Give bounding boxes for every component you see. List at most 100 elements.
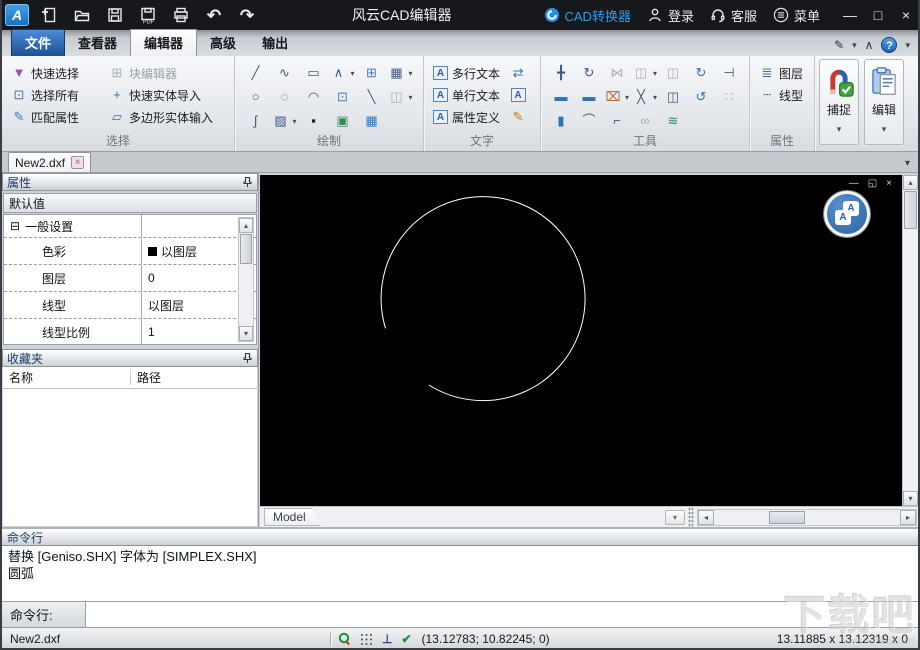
customize-toolbar-icon[interactable]: ✎	[834, 38, 844, 52]
refresh-block-icon[interactable]: ↺	[690, 89, 712, 105]
polygon-entity-input-button[interactable]: ▱ 多边形实体输入	[106, 106, 230, 128]
edit-button[interactable]: 编辑 ▾	[864, 59, 904, 145]
mtext-button[interactable]: A 多行文本	[430, 62, 503, 84]
snap-button[interactable]: 捕捉 ▾	[819, 59, 859, 145]
boundary-icon[interactable]: ▦ ▾	[386, 65, 416, 81]
circle-icon[interactable]: ○	[245, 89, 267, 105]
scrollbar-thumb[interactable]	[240, 234, 252, 264]
menu-button[interactable]: 菜单	[773, 6, 820, 25]
layer-merge-icon[interactable]: ≋	[662, 113, 684, 129]
scroll-left-icon[interactable]: ◂	[698, 509, 714, 525]
rectangle-icon[interactable]: ▭	[303, 65, 325, 81]
document-tab[interactable]: New2.dxf ×	[8, 152, 92, 172]
block-reference-icon[interactable]: ⊡	[332, 89, 354, 105]
viewport-minimize-icon[interactable]: —	[849, 178, 859, 189]
freehand-icon[interactable]: ∿	[274, 65, 296, 81]
quick-entity-import-button[interactable]: + 快速实体导入	[106, 84, 230, 106]
close-button[interactable]: ×	[892, 7, 918, 23]
quick-select-button[interactable]: ▼ 快速选择	[8, 62, 96, 84]
viewport-back-icon[interactable]: ▬	[578, 89, 600, 105]
move-icon[interactable]: ╋	[550, 65, 572, 81]
canvas-horizontal-scrollbar[interactable]: ◂ ▸	[697, 508, 917, 526]
customize-dropdown-icon[interactable]: ▾	[852, 40, 857, 51]
polyline-icon[interactable]: ∧ ▾	[328, 65, 358, 81]
scrollbar-thumb[interactable]	[904, 191, 917, 229]
layout-chevron-icon[interactable]: ▾	[665, 509, 685, 525]
properties-scrollbar[interactable]: ▴ ▾	[238, 217, 254, 342]
layers-button[interactable]: ≣ 图层	[756, 62, 810, 84]
point-icon[interactable]: ▪	[303, 113, 325, 129]
align-edge-icon[interactable]: ⊣	[718, 65, 740, 81]
print-button[interactable]	[168, 3, 194, 27]
scrollbar-thumb[interactable]	[769, 510, 805, 524]
property-row-linetype[interactable]: 线型 以图层	[4, 292, 256, 319]
scroll-up-icon[interactable]: ▴	[903, 175, 918, 190]
grid-icon[interactable]	[360, 633, 373, 646]
align-icon[interactable]: ▮	[550, 113, 572, 129]
maximize-button[interactable]: □	[864, 7, 892, 23]
scroll-up-icon[interactable]: ▴	[239, 218, 253, 233]
edit-dropdown-icon[interactable]: ▾	[882, 124, 887, 135]
edit-text-icon[interactable]: ✎	[507, 106, 529, 128]
document-tab-close-icon[interactable]: ×	[71, 156, 85, 169]
undo-button[interactable]: ↶	[201, 3, 227, 27]
property-row-layer[interactable]: 图层 0	[4, 265, 256, 292]
properties-preset-select[interactable]: 默认值	[3, 193, 257, 213]
arc-icon[interactable]: ◠	[303, 89, 325, 105]
collapse-icon[interactable]: ⊟	[10, 219, 20, 233]
chamfer-icon[interactable]: ⌐	[606, 113, 628, 129]
scrollbar-grip[interactable]	[688, 507, 694, 527]
line-icon[interactable]: ╱	[245, 65, 267, 81]
open-button[interactable]	[69, 3, 95, 27]
redo-button[interactable]: ↷	[234, 3, 260, 27]
favorites-list[interactable]	[3, 389, 257, 526]
save-pdf-button[interactable]: PDF	[135, 3, 161, 27]
new-file-button[interactable]	[36, 3, 62, 27]
ellipse-icon[interactable]: ◌	[274, 89, 296, 105]
pin-icon[interactable]	[242, 176, 253, 188]
minimize-button[interactable]: —	[836, 7, 864, 23]
pin-icon[interactable]	[242, 352, 253, 364]
tab-advanced[interactable]: 高级	[197, 30, 249, 56]
viewport-restore-icon[interactable]: ◱	[868, 178, 877, 189]
login-button[interactable]: 登录	[647, 6, 694, 25]
drawing-viewport[interactable]: — ◱ × A A	[260, 175, 902, 506]
document-tabs-chevron-icon[interactable]: ▾	[905, 158, 910, 172]
property-group-row[interactable]: ⊟ 一般设置	[4, 215, 256, 238]
linetype-button[interactable]: ┄ 线型	[756, 84, 810, 106]
support-button[interactable]: 客服	[710, 6, 757, 25]
viewport-close-icon[interactable]: ×	[886, 178, 892, 189]
snap-dropdown-icon[interactable]: ▾	[837, 124, 842, 135]
text-style-icon[interactable]: A	[508, 84, 529, 106]
help-dropdown-icon[interactable]: ▾	[905, 40, 910, 51]
save-button[interactable]	[102, 3, 128, 27]
canvas-vertical-scrollbar[interactable]: ▴ ▾	[902, 175, 918, 506]
model-tab[interactable]: Model	[264, 508, 321, 526]
translate-button[interactable]: A A	[824, 191, 870, 237]
property-row-color[interactable]: 色彩 以图层	[4, 238, 256, 265]
cad-converter-button[interactable]: CAD转换器	[544, 6, 631, 25]
command-input[interactable]	[86, 602, 918, 627]
trim-icon[interactable]: ╳ ▾	[630, 89, 660, 105]
group-icon[interactable]: ◫	[662, 89, 684, 105]
single-text-button[interactable]: A 单行文本	[430, 84, 503, 106]
scroll-right-icon[interactable]: ▸	[900, 509, 916, 525]
command-history[interactable]: 替换 [Geniso.SHX] 字体为 [SIMPLEX.SHX] 圆弧	[2, 546, 918, 602]
insert-block-icon[interactable]: ⊞	[361, 65, 383, 81]
viewport-front-icon[interactable]: ▬	[550, 89, 572, 105]
snap-marker-icon[interactable]	[338, 632, 351, 646]
spline-icon[interactable]: ∫	[245, 113, 267, 129]
construction-line-icon[interactable]: ╲	[361, 89, 383, 105]
fillet-icon[interactable]: ⌒	[578, 113, 600, 129]
match-properties-button[interactable]: ✎ 匹配属性	[8, 106, 96, 128]
text-scale-icon[interactable]: ⇄	[507, 62, 529, 84]
select-all-button[interactable]: ⊡ 选择所有	[8, 84, 96, 106]
tab-output[interactable]: 输出	[249, 30, 301, 56]
collapse-ribbon-icon[interactable]: ∧	[865, 38, 874, 52]
property-row-linetype-scale[interactable]: 线型比例 1	[4, 319, 256, 344]
table-icon[interactable]: ▦	[361, 113, 383, 129]
tab-viewer[interactable]: 查看器	[65, 30, 130, 56]
hatch-icon[interactable]: ▨ ▾	[270, 113, 300, 129]
attribute-define-button[interactable]: A 属性定义	[430, 106, 503, 128]
scroll-down-icon[interactable]: ▾	[239, 326, 253, 341]
